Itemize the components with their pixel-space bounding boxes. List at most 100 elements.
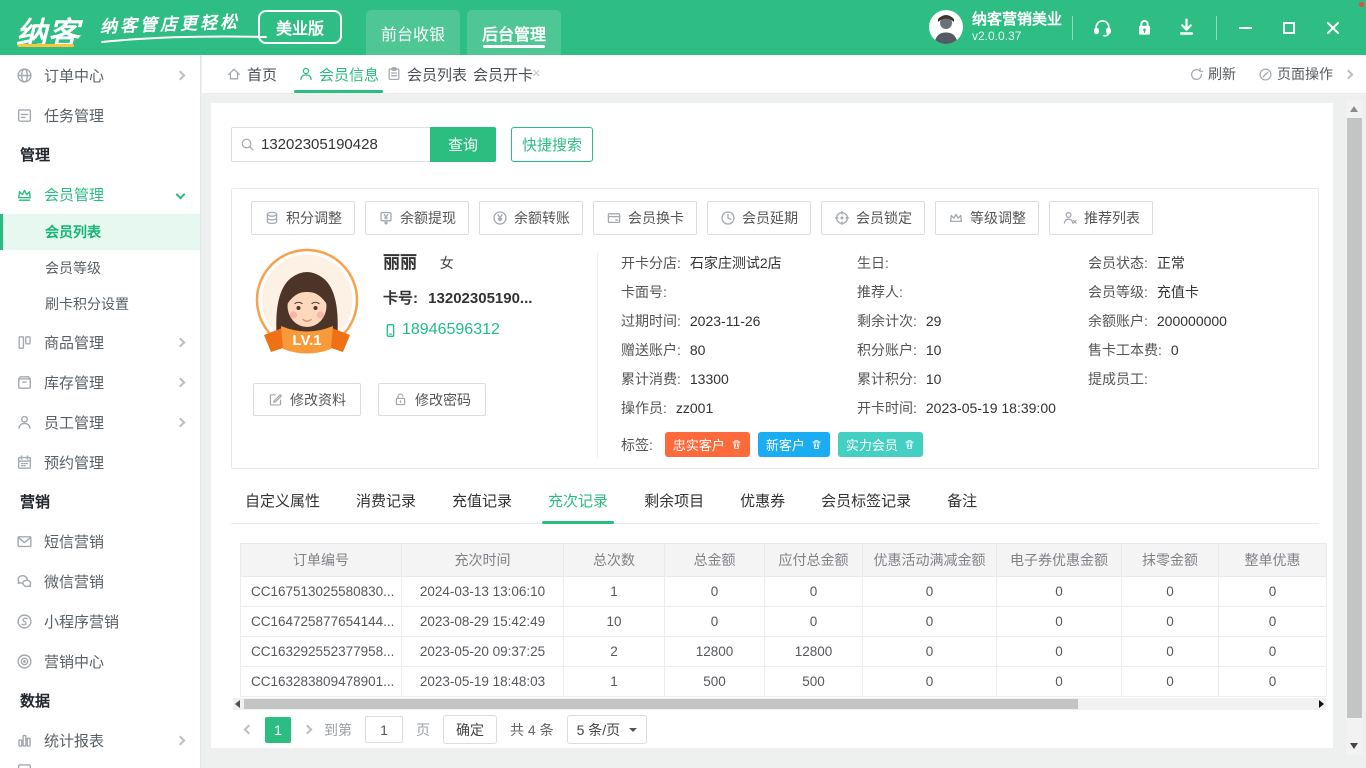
trash-icon[interactable]	[731, 439, 742, 450]
refresh-icon	[1189, 67, 1204, 82]
window-maximize-button[interactable]	[1267, 0, 1311, 55]
tab-member-list[interactable]: 会员列表	[386, 55, 467, 93]
scroll-right-arrow-icon[interactable]	[1319, 700, 1324, 708]
tab-member-info[interactable]: 会员信息	[298, 55, 379, 93]
quick-search-button[interactable]: 快捷搜索	[511, 127, 593, 162]
confirm-page-button[interactable]: 确定	[443, 715, 497, 744]
lock-icon[interactable]	[1134, 17, 1155, 41]
scroll-down-arrow-icon[interactable]	[1350, 743, 1358, 749]
table-row[interactable]: CC163283809478901...2023-05-19 18:48:031…	[241, 667, 1327, 697]
field-value: 0	[1171, 342, 1179, 358]
minimize-icon	[1239, 27, 1252, 29]
tab-consumption-records[interactable]: 消费记录	[356, 489, 416, 524]
tab-remarks[interactable]: 备注	[947, 489, 977, 524]
card-icon	[606, 210, 622, 226]
box-icon	[16, 374, 33, 391]
sidebar-item-partial[interactable]	[0, 760, 200, 768]
tab-label: 首页	[247, 64, 277, 85]
window-minimize-button[interactable]	[1223, 0, 1267, 55]
tab-member-open-card[interactable]: 会员开卡	[473, 55, 533, 93]
search-icon	[240, 137, 255, 152]
detail-tabs: 自定义属性 消费记录 充值记录 充次记录 剩余项目 优惠券 会员标签记录 备注	[231, 489, 1319, 524]
trash-icon[interactable]	[904, 439, 915, 450]
sidebar-item-staff-mgmt[interactable]: 员工管理	[0, 402, 200, 442]
tab-recharge-count-records[interactable]: 充次记录	[548, 489, 608, 524]
sidebar-item-sms-marketing[interactable]: 短信营销	[0, 521, 200, 561]
member-change-card-button[interactable]: 会员换卡	[593, 201, 697, 235]
window-close-button[interactable]	[1311, 0, 1355, 55]
member-lock-button[interactable]: 会员锁定	[821, 201, 925, 235]
cell: 2	[564, 637, 665, 667]
globe-icon	[16, 67, 33, 84]
table-row[interactable]: CC163292552377958...2023-05-20 09:37:252…	[241, 637, 1327, 667]
refresh-button[interactable]: 刷新	[1189, 64, 1236, 84]
cell: 0	[1122, 607, 1219, 637]
user-info[interactable]: 纳客营销美业 v2.0.0.37	[928, 9, 1062, 45]
tab-home[interactable]: 首页	[226, 55, 277, 93]
member-extend-button[interactable]: 会员延期	[707, 201, 811, 235]
scroll-left-arrow-icon[interactable]	[235, 700, 240, 708]
vertical-scrollbar-thumb[interactable]	[1347, 118, 1362, 718]
scroll-up-arrow-icon[interactable]	[1350, 106, 1358, 112]
cell: 1	[564, 577, 665, 607]
goto-label: 到第	[324, 720, 352, 740]
edit-profile-button[interactable]: 修改资料	[253, 383, 361, 416]
page-size-select[interactable]: 5 条/页	[567, 715, 648, 744]
tab-remaining-items[interactable]: 剩余项目	[644, 489, 704, 524]
trash-icon[interactable]	[811, 439, 822, 450]
sidebar-item-member-mgmt[interactable]: 会员管理	[0, 174, 200, 214]
horizontal-scrollbar[interactable]	[233, 698, 1326, 710]
sidebar-item-member-level[interactable]: 会员等级	[0, 250, 200, 286]
field-label: 余额账户:	[1088, 313, 1148, 329]
edit-password-button[interactable]: 修改密码	[378, 383, 486, 416]
sidebar-item-label: 预约管理	[44, 452, 184, 473]
sidebar-item-inventory-mgmt[interactable]: 库存管理	[0, 362, 200, 402]
sidebar-item-order-center[interactable]: 订单中心	[0, 55, 200, 95]
sidebar-item-member-list[interactable]: 会员列表	[0, 214, 200, 250]
sidebar-item-appointment-mgmt[interactable]: 预约管理	[0, 442, 200, 482]
search-input[interactable]	[261, 136, 421, 153]
sidebar-item-goods-mgmt[interactable]: 商品管理	[0, 322, 200, 362]
referral-list-button[interactable]: 推荐列表	[1049, 201, 1153, 235]
header-divider	[1216, 16, 1217, 40]
goto-page-input[interactable]	[365, 716, 403, 743]
table-row[interactable]: CC164725877654144...2023-08-29 15:42:491…	[241, 607, 1327, 637]
col-total-count: 总次数	[564, 544, 665, 577]
sidebar-item-wechat-marketing[interactable]: 微信营销	[0, 561, 200, 601]
level-adjust-button[interactable]: 等级调整	[935, 201, 1039, 235]
field-label: 积分账户:	[857, 342, 917, 358]
horizontal-scrollbar-thumb[interactable]	[244, 699, 1078, 709]
sidebar-item-task-mgmt[interactable]: 任务管理	[0, 95, 200, 135]
points-adjust-button[interactable]: 积分调整	[251, 201, 355, 235]
tab-coupons[interactable]: 优惠券	[740, 489, 785, 524]
balance-withdraw-button[interactable]: 余额提现	[365, 201, 469, 235]
customer-service-icon[interactable]	[1092, 17, 1113, 38]
balance-transfer-button[interactable]: 余额转账	[479, 201, 583, 235]
field-value: 29	[926, 313, 942, 329]
query-button[interactable]: 查询	[430, 127, 496, 162]
tab-custom-attributes[interactable]: 自定义属性	[245, 489, 320, 524]
next-page-icon[interactable]	[303, 725, 313, 735]
download-icon[interactable]	[1176, 17, 1197, 41]
sidebar-item-card-points-setting[interactable]: 刷卡积分设置	[0, 286, 200, 322]
field-label: 提成员工:	[1088, 371, 1148, 387]
phone-icon	[383, 323, 398, 338]
edition-button[interactable]: 美业版	[258, 10, 342, 44]
tab-recharge-records[interactable]: 充值记录	[452, 489, 512, 524]
page-operations-button[interactable]: 页面操作	[1258, 64, 1352, 84]
app-tagline: 纳客管店更轻松	[100, 8, 241, 38]
page-number-current[interactable]: 1	[265, 717, 291, 743]
prev-page-icon[interactable]	[244, 725, 254, 735]
tab-close-icon[interactable]: ×	[532, 67, 541, 81]
person-icon	[16, 414, 33, 431]
sidebar-item-miniprogram-marketing[interactable]: 小程序营销	[0, 601, 200, 641]
nav-tab-frontdesk[interactable]: 前台收银	[366, 10, 460, 55]
sidebar-item-marketing-center[interactable]: 营销中心	[0, 641, 200, 681]
tab-member-tag-records[interactable]: 会员标签记录	[821, 489, 911, 524]
vertical-scrollbar[interactable]	[1346, 100, 1363, 755]
nav-tab-backstage[interactable]: 后台管理	[467, 10, 561, 55]
sidebar-item-statistics-report[interactable]: 统计报表	[0, 720, 200, 760]
sidebar-item-label: 任务管理	[44, 105, 184, 126]
table-row[interactable]: CC167513025580830...2024-03-13 13:06:101…	[241, 577, 1327, 607]
col-order-no: 订单编号	[241, 544, 402, 577]
